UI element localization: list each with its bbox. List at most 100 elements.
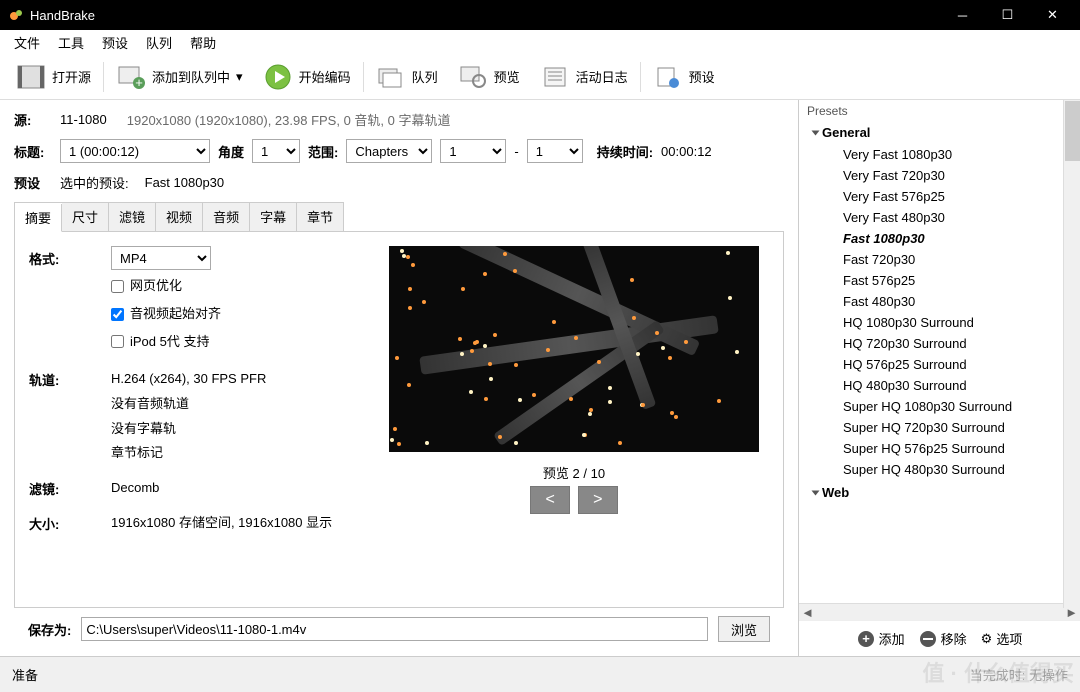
browse-button[interactable]: 浏览 (718, 616, 770, 642)
presets-header: Presets (799, 100, 1080, 120)
duration-label: 持续时间: (597, 142, 653, 161)
start-encode-button[interactable]: 开始编码 (255, 58, 359, 96)
angle-select[interactable]: 1 (252, 139, 300, 163)
menu-queue[interactable]: 队列 (138, 31, 180, 54)
chevron-down-icon: ▾ (236, 69, 243, 85)
title-select[interactable]: 1 (00:00:12) (60, 139, 210, 163)
save-label: 保存为: (28, 620, 71, 639)
preset-item[interactable]: Super HQ 576p25 Surround (803, 438, 1076, 459)
menu-tools[interactable]: 工具 (50, 31, 92, 54)
preset-item[interactable]: Very Fast 576p25 (803, 186, 1076, 207)
tab-filter[interactable]: 滤镜 (109, 203, 156, 231)
film-icon (16, 62, 46, 92)
tab-chapter[interactable]: 章节 (297, 203, 343, 231)
preset-item[interactable]: Super HQ 720p30 Surround (803, 417, 1076, 438)
preset-add-button[interactable]: + 添加 (857, 629, 905, 648)
preset-group[interactable]: Web (803, 480, 1076, 504)
preset-item[interactable]: Very Fast 480p30 (803, 207, 1076, 228)
preset-value: Fast 1080p30 (145, 175, 225, 190)
preview-next-button[interactable]: > (578, 486, 618, 514)
close-button[interactable]: ✕ (1030, 0, 1075, 30)
preset-group[interactable]: General (803, 120, 1076, 144)
tab-summary[interactable]: 摘要 (15, 204, 62, 232)
av-sync-checkbox[interactable] (111, 308, 124, 321)
queue-button[interactable]: 队列 (368, 58, 446, 96)
scrollbar-thumb[interactable] (1065, 101, 1080, 161)
source-label: 源: (14, 110, 52, 129)
gear-icon: ⚙ (981, 631, 993, 647)
menu-presets[interactable]: 预设 (94, 31, 136, 54)
range-start-select[interactable]: 1 (440, 139, 506, 163)
preset-item[interactable]: Super HQ 1080p30 Surround (803, 396, 1076, 417)
add-to-queue-button[interactable]: + 添加到队列中 ▾ (108, 58, 251, 96)
ipod-support-checkbox[interactable] (111, 335, 124, 348)
preset-item[interactable]: Super HQ 480p30 Surround (803, 459, 1076, 480)
when-done-value: 无操作 (1029, 668, 1068, 683)
preset-item[interactable]: Fast 720p30 (803, 249, 1076, 270)
web-optimize-checkbox[interactable] (111, 280, 124, 293)
queue-icon (376, 62, 406, 92)
preset-item[interactable]: HQ 480p30 Surround (803, 375, 1076, 396)
size-value: 1916x1080 存储空间, 1916x1080 显示 (111, 511, 359, 536)
tracks-chapter: 章节标记 (111, 441, 359, 466)
tab-video[interactable]: 视频 (156, 203, 203, 231)
filter-value: Decomb (111, 476, 359, 501)
source-name: 11-1080 (60, 112, 107, 127)
preset-item[interactable]: HQ 576p25 Surround (803, 354, 1076, 375)
app-title: HandBrake (30, 8, 95, 23)
tracks-audio: 没有音频轨道 (111, 392, 359, 417)
status-ready: 准备 (12, 665, 38, 684)
preset-item[interactable]: Fast 480p30 (803, 291, 1076, 312)
size-label: 大小: (29, 511, 111, 533)
preset-options-button[interactable]: ⚙ 选项 (981, 629, 1023, 648)
tracks-sub: 没有字幕轨 (111, 417, 359, 442)
menu-help[interactable]: 帮助 (182, 31, 224, 54)
format-select[interactable]: MP4 (111, 246, 211, 270)
add-queue-icon: + (116, 62, 146, 92)
preset-item[interactable]: Very Fast 720p30 (803, 165, 1076, 186)
activity-log-button[interactable]: 活动日志 (532, 58, 636, 96)
when-done-label: 当完成时: (970, 668, 1026, 683)
angle-label: 角度 (218, 142, 244, 161)
minimize-button[interactable]: ─ (940, 0, 985, 30)
range-label: 范围: (308, 142, 338, 161)
duration-value: 00:00:12 (661, 144, 712, 159)
preset-selected-label: 选中的预设: (60, 173, 129, 192)
preview-image (389, 246, 759, 452)
preview-icon (458, 62, 488, 92)
log-icon (540, 62, 570, 92)
svg-text:+: + (135, 75, 143, 89)
open-source-button[interactable]: 打开源 (8, 58, 99, 96)
tab-subtitle[interactable]: 字幕 (250, 203, 297, 231)
play-icon (263, 62, 293, 92)
tab-size[interactable]: 尺寸 (62, 203, 109, 231)
preset-item[interactable]: Very Fast 1080p30 (803, 144, 1076, 165)
preview-label: 预览 2 / 10 (379, 463, 769, 482)
presets-icon (653, 62, 683, 92)
preset-remove-button[interactable]: 移除 (919, 629, 967, 648)
preview-button[interactable]: 预览 (450, 58, 528, 96)
preset-label: 预设 (14, 173, 52, 192)
maximize-button[interactable]: ☐ (985, 0, 1030, 30)
format-label: 格式: (29, 246, 111, 268)
tab-audio[interactable]: 音频 (203, 203, 250, 231)
menu-file[interactable]: 文件 (6, 31, 48, 54)
preset-list[interactable]: GeneralVery Fast 1080p30Very Fast 720p30… (799, 120, 1080, 603)
svg-text:+: + (862, 631, 870, 646)
preview-prev-button[interactable]: < (530, 486, 570, 514)
presets-button[interactable]: 预设 (645, 58, 723, 96)
scroll-left[interactable]: ◄ (799, 604, 816, 620)
preset-item[interactable]: HQ 1080p30 Surround (803, 312, 1076, 333)
app-icon (8, 7, 24, 23)
source-info: 1920x1080 (1920x1080), 23.98 FPS, 0 音轨, … (127, 110, 451, 129)
tracks-video: H.264 (x264), 30 FPS PFR (111, 367, 359, 392)
title-label: 标题: (14, 142, 52, 161)
range-end-select[interactable]: 1 (527, 139, 583, 163)
preset-item[interactable]: Fast 1080p30 (803, 228, 1076, 249)
filter-label: 滤镜: (29, 476, 111, 498)
preset-item[interactable]: Fast 576p25 (803, 270, 1076, 291)
range-type-select[interactable]: Chapters (346, 139, 432, 163)
tracks-label: 轨道: (29, 367, 111, 389)
save-path-input[interactable] (81, 617, 708, 641)
preset-item[interactable]: HQ 720p30 Surround (803, 333, 1076, 354)
